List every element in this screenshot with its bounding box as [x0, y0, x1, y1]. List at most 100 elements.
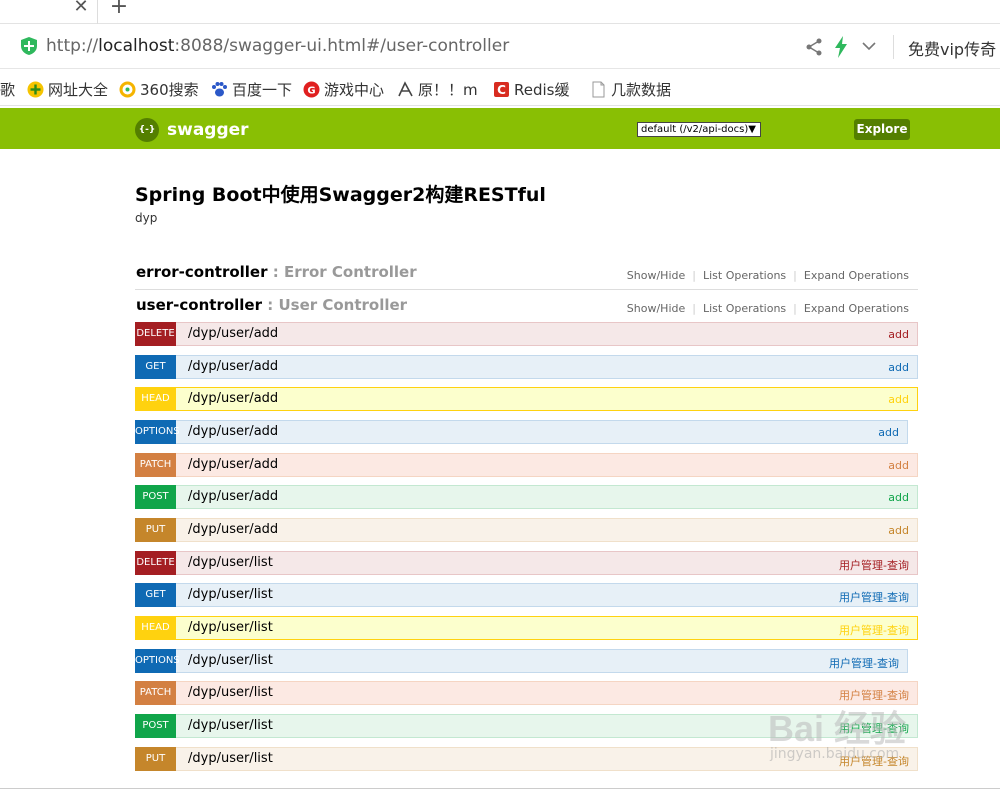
resource-name: user-controller: [136, 296, 263, 314]
bookmark-label: 几款数据: [611, 81, 672, 99]
operation-row[interactable]: HEAD /dyp/user/add add: [135, 387, 918, 411]
operation-row[interactable]: GET /dyp/user/list 用户管理-查询: [135, 583, 918, 607]
lightning-bolt-icon[interactable]: [833, 36, 849, 58]
resource-error-controller: error-controller : Error Controller Show…: [135, 263, 918, 287]
resource-desc: : User Controller: [262, 296, 408, 314]
bookmarks-bar: 歌 网址大全 360搜索 百度一下 G 游戏中心 原！！m C Redis缓 几…: [0, 70, 1000, 106]
operation-path: /dyp/user/list: [188, 751, 273, 766]
operation-path: /dyp/user/list: [188, 555, 273, 570]
resource-desc: : Error Controller: [267, 263, 417, 281]
operation-summary: add: [888, 328, 909, 341]
api-docs-select-value: default (/v2/api-docs): [641, 124, 749, 135]
http-method-badge: DELETE: [135, 551, 176, 575]
resource-divider: [135, 289, 918, 290]
svg-text:C: C: [497, 83, 506, 97]
resource-actions: Show/Hide | List Operations | Expand Ope…: [627, 302, 909, 315]
tab-strip: ✕ +: [0, 0, 1000, 24]
operation-row[interactable]: PUT /dyp/user/add add: [135, 518, 918, 542]
bookmark-label: 游戏中心: [324, 81, 385, 99]
divider: |: [793, 269, 797, 282]
swagger-logo-text: swagger: [167, 120, 249, 140]
bookmark-item[interactable]: 360搜索: [119, 79, 199, 100]
close-tab-icon[interactable]: ✕: [70, 0, 92, 20]
resource-user-controller: user-controller : User Controller Show/H…: [135, 296, 918, 320]
show-hide-link[interactable]: Show/Hide: [627, 269, 685, 282]
resource-title[interactable]: error-controller : Error Controller: [136, 263, 417, 281]
operation-row[interactable]: POST /dyp/user/list 用户管理-查询: [135, 714, 918, 738]
operation-summary: 用户管理-查询: [829, 657, 899, 670]
http-method-badge: POST: [135, 485, 176, 509]
bookmark-label: 360搜索: [140, 81, 199, 99]
resource-title[interactable]: user-controller : User Controller: [136, 296, 407, 314]
bookmark-item[interactable]: 网址大全: [27, 79, 108, 100]
operation-summary: add: [888, 491, 909, 504]
operation-path: /dyp/user/list: [188, 587, 273, 602]
http-method-badge: PATCH: [135, 681, 176, 705]
url-host: localhost: [98, 36, 175, 56]
page-icon: [592, 81, 605, 98]
operation-row[interactable]: PATCH /dyp/user/add add: [135, 453, 918, 477]
operation-row[interactable]: PUT /dyp/user/list 用户管理-查询: [135, 747, 918, 771]
bookmark-label: 原！！m: [418, 81, 478, 99]
operation-row[interactable]: POST /dyp/user/add add: [135, 485, 918, 509]
bookmark-item[interactable]: 百度一下: [211, 79, 292, 100]
expand-operations-link[interactable]: Expand Operations: [804, 269, 909, 282]
operation-row[interactable]: OPTIONS /dyp/user/list 用户管理-查询: [135, 649, 908, 673]
http-method-badge: OPTIONS: [135, 649, 180, 673]
operation-row[interactable]: GET /dyp/user/add add: [135, 355, 918, 379]
operation-row[interactable]: DELETE /dyp/user/add add: [135, 322, 918, 346]
operation-summary: add: [888, 393, 909, 406]
url-input[interactable]: http://localhost:8088/swagger-ui.html#/u…: [46, 36, 509, 56]
operation-summary: add: [888, 524, 909, 537]
operation-row[interactable]: HEAD /dyp/user/list 用户管理-查询: [135, 616, 918, 640]
security-shield-icon[interactable]: [21, 37, 37, 55]
operation-summary: 用户管理-查询: [839, 722, 909, 735]
bookmark-item[interactable]: 歌: [0, 79, 15, 100]
operation-path: /dyp/user/list: [188, 620, 273, 635]
divider: |: [692, 269, 696, 282]
svg-text:G: G: [307, 86, 315, 97]
yuan-icon: [398, 81, 413, 97]
list-operations-link[interactable]: List Operations: [703, 302, 786, 315]
resource-actions: Show/Hide | List Operations | Expand Ope…: [627, 269, 909, 282]
chevron-down-icon[interactable]: [860, 37, 878, 55]
address-bar: http://localhost:8088/swagger-ui.html#/u…: [0, 25, 1000, 69]
url-path: :8088/swagger-ui.html#/user-controller: [174, 36, 510, 56]
http-method-badge: HEAD: [135, 616, 176, 640]
bookmark-label: 网址大全: [48, 81, 109, 99]
swagger-logo[interactable]: {-} swagger: [135, 118, 249, 142]
operation-row[interactable]: OPTIONS /dyp/user/add add: [135, 420, 908, 444]
operation-path: /dyp/user/add: [188, 359, 279, 374]
operation-summary: 用户管理-查询: [839, 624, 909, 637]
http-method-badge: OPTIONS: [135, 420, 180, 444]
http-method-badge: POST: [135, 714, 176, 738]
operation-path: /dyp/user/add: [188, 326, 279, 341]
operation-summary: add: [888, 361, 909, 374]
explore-button[interactable]: Explore: [854, 119, 910, 140]
operation-path: /dyp/user/list: [188, 653, 273, 668]
api-docs-select[interactable]: default (/v2/api-docs) ▼: [637, 122, 761, 137]
search-suggestion-text[interactable]: 免费vip传奇: [908, 36, 996, 60]
operation-path: /dyp/user/add: [188, 391, 279, 406]
divider: |: [692, 302, 696, 315]
http-method-badge: PATCH: [135, 453, 176, 477]
operation-path: /dyp/user/add: [188, 424, 279, 439]
http-method-badge: GET: [135, 355, 176, 379]
new-tab-icon[interactable]: +: [108, 0, 130, 20]
operation-row[interactable]: PATCH /dyp/user/list 用户管理-查询: [135, 681, 918, 705]
expand-operations-link[interactable]: Expand Operations: [804, 302, 909, 315]
resource-name: error-controller: [136, 263, 268, 281]
list-operations-link[interactable]: List Operations: [703, 269, 786, 282]
bookmark-item[interactable]: 原！！m: [397, 79, 478, 100]
share-icon[interactable]: [805, 38, 823, 56]
operation-path: /dyp/user/add: [188, 522, 279, 537]
bookmark-label: 歌: [0, 81, 16, 99]
bookmark-item[interactable]: G 游戏中心: [303, 79, 384, 100]
bookmark-label: Redis缓: [514, 81, 570, 99]
show-hide-link[interactable]: Show/Hide: [627, 302, 685, 315]
bookmark-item[interactable]: 几款数据: [590, 79, 671, 100]
bookmark-item[interactable]: C Redis缓: [493, 79, 569, 100]
operation-path: /dyp/user/list: [188, 718, 273, 733]
window-bottom-edge: [0, 788, 1000, 792]
operation-row[interactable]: DELETE /dyp/user/list 用户管理-查询: [135, 551, 918, 575]
